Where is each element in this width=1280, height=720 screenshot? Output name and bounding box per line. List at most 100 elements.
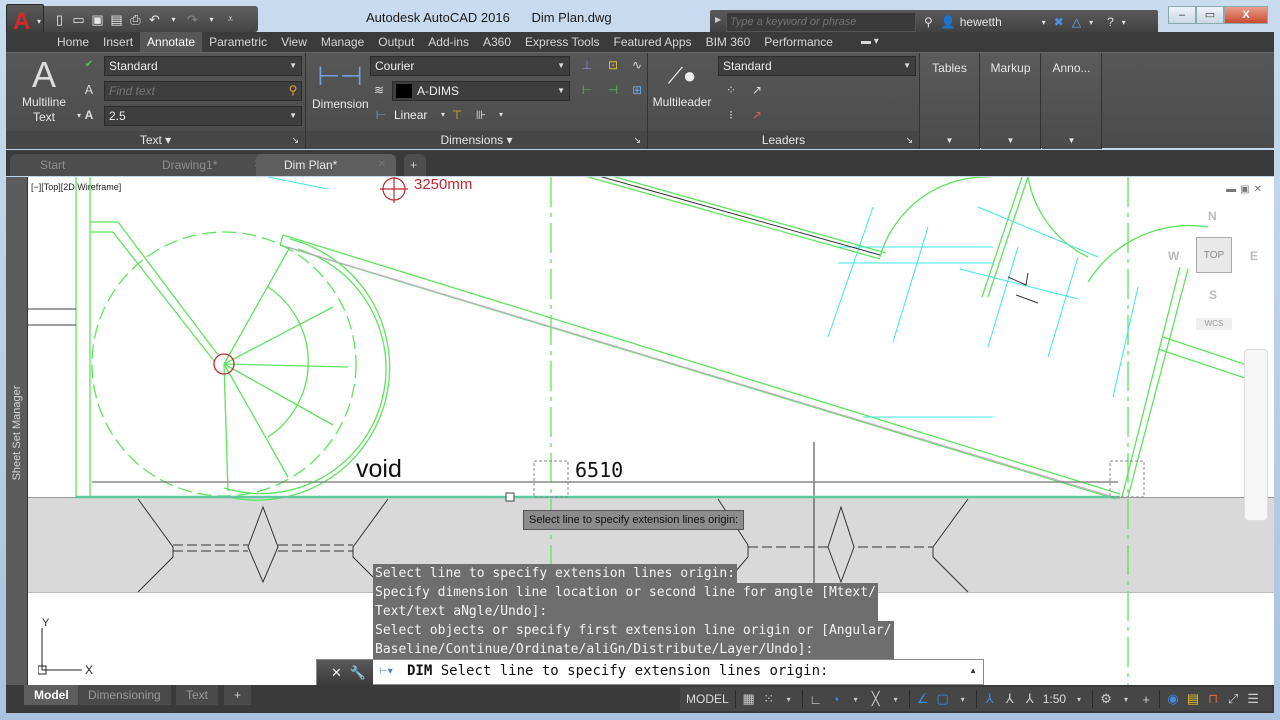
grip-handle[interactable] [505,492,515,502]
text-style-select[interactable]: Standard ▼ [104,56,302,76]
user-dropdown-icon[interactable]: ▾ [1042,18,1046,27]
undo-dropdown-icon[interactable]: ▾ [166,12,181,27]
jogged-icon[interactable]: ∿ [628,56,646,74]
model-space-toggle[interactable]: MODEL [686,692,729,706]
customization-menu-icon[interactable]: ☰ [1246,691,1260,707]
object-snap-icon[interactable]: ▢ [936,691,950,707]
user-icon[interactable]: 👤 [941,15,956,29]
a360-dropdown-icon[interactable]: ▾ [1089,18,1093,27]
isodraft-dropdown-icon[interactable]: ▾ [889,695,903,704]
osnap-dropdown-icon[interactable]: ▾ [956,695,970,704]
continue-icon[interactable]: ⊪ [472,106,490,124]
dialog-launcher-icon[interactable]: ↘ [633,131,641,149]
help-dropdown-icon[interactable]: ▾ [1122,18,1126,27]
dim-layer-select[interactable]: A-DIMS ▼ [392,81,570,101]
find-icon[interactable]: ⚲ [284,81,302,99]
tab-performance[interactable]: Performance [757,32,840,52]
drawing-canvas[interactable]: 3250mm void 6510 [−][Top][2D Wireframe] [28,177,1274,685]
snap-dropdown-icon[interactable]: ▾ [782,695,796,704]
annotation-scale-icon[interactable]: ⅄ [1023,691,1037,707]
tab-bim-360[interactable]: BIM 360 [699,32,758,52]
doc-tab-start[interactable]: Start [10,154,150,176]
continue-dropdown-icon[interactable]: ▾ [492,106,510,124]
new-icon[interactable]: ▯ [52,12,67,27]
viewcube-west[interactable]: W [1168,249,1179,263]
customize-icon[interactable]: ⩡ [223,12,238,27]
object-snap-tracking-icon[interactable]: ∠ [916,691,930,707]
command-line[interactable]: ✕ 🔧 ⊢▾ DIM Select line to specify extens… [316,659,984,686]
binoculars-icon[interactable]: ⚲ [924,15,933,29]
grid-icon[interactable]: ▦ [742,691,756,707]
annotation-monitor-icon[interactable]: + [1139,692,1153,707]
quick-properties-icon[interactable]: ▤ [1186,691,1200,707]
text-panel-title[interactable]: Text ▾ ↘ [6,131,305,149]
lock-ui-icon[interactable]: ⊓ [1206,691,1220,707]
dialog-launcher-icon[interactable]: ↘ [905,131,913,149]
a360-icon[interactable]: △ [1072,15,1081,29]
tab-add-ins[interactable]: Add-ins [421,32,476,52]
tab-manage[interactable]: Manage [314,32,371,52]
isodraft-icon[interactable]: ╳ [869,691,883,707]
viewport-window-controls[interactable]: ▬▣✕ [1226,184,1266,195]
close-icon[interactable]: ✕ [331,665,342,681]
wrench-icon[interactable]: 🔧 [350,665,366,681]
command-history-toggle-icon[interactable]: ▲ [969,666,977,675]
wcs-menu[interactable]: WCS [1196,318,1232,330]
new-tab-button[interactable]: + [404,154,426,176]
workspace-gear-icon[interactable]: ⚙ [1099,691,1113,707]
tables-panel-button[interactable]: Tables ▼ [920,53,980,149]
tab-parametric[interactable]: Parametric [202,32,274,52]
dialog-launcher-icon[interactable]: ↘ [291,131,299,149]
minimize-button[interactable]: – [1168,6,1196,24]
reassociate-icon[interactable]: ⊞ [628,81,646,99]
scale-dropdown-icon[interactable]: ▾ [1072,695,1086,704]
save-icon[interactable]: ▣ [90,12,105,27]
multiline-text-button[interactable]: A Multiline Text [14,55,74,125]
viewcube-top-face[interactable]: TOP [1196,237,1232,273]
tab-annotate[interactable]: Annotate [140,32,203,52]
tab-a360[interactable]: A360 [476,32,518,52]
restore-button[interactable]: ▭ [1196,6,1224,24]
plot-icon[interactable]: ⎙ [128,12,143,27]
polar-icon[interactable]: ◔ [829,692,843,707]
text-height-icon[interactable]: A [80,106,98,124]
annotation-visibility-icon[interactable]: ⅄ [983,691,997,707]
viewport-controls-label[interactable]: [−][Top][2D Wireframe] [31,182,121,192]
text-scale-icon[interactable]: Ａ [80,81,98,99]
update-icon[interactable]: ⊣ [604,81,622,99]
workspace-dropdown-icon[interactable]: ▾ [1119,695,1133,704]
snap-icon[interactable]: ⁙ [762,691,776,707]
undo-icon[interactable]: ↶ [147,12,162,27]
adjust-space-icon[interactable]: ⊡ [604,56,622,74]
leaders-panel-title[interactable]: Leaders ↘ [648,131,919,149]
dim-style-select[interactable]: Courier ▼ [370,56,570,76]
tab-output[interactable]: Output [371,32,421,52]
spell-check-icon[interactable]: ✔ [80,56,98,74]
viewcube-east[interactable]: E [1250,249,1258,263]
units-icon[interactable]: ◉ [1166,691,1180,707]
quick-dimension-icon[interactable]: ⊤ [448,106,466,124]
tab-express-tools[interactable]: Express Tools [518,32,606,52]
tab-featured-apps[interactable]: Featured Apps [607,32,699,52]
recent-commands-icon[interactable]: ⊢▾ [379,666,393,677]
command-line-grip[interactable]: ✕ 🔧 [317,660,373,686]
layout-tab-dimensioning[interactable]: Dimensioning [78,685,171,705]
close-tab-icon[interactable]: ✕ [378,154,386,176]
multileader-button[interactable]: ⟋● Multileader [648,57,716,110]
align-leaders-icon[interactable]: ⁘ [722,81,740,99]
leader-style-select[interactable]: Standard ▼ [718,56,916,76]
find-text-input[interactable] [104,81,302,101]
viewcube-north[interactable]: N [1208,209,1217,223]
tab-home[interactable]: Home [50,32,96,52]
collect-leaders-icon[interactable]: ⁝ [722,106,740,124]
tab-view[interactable]: View [274,32,314,52]
dimension-button[interactable]: ⊢⊣ Dimension [312,55,369,112]
expand-arrow-icon[interactable]: ▶ [715,15,721,24]
dim-break-icon[interactable]: ⊥ [578,56,596,74]
dimensions-panel-title[interactable]: Dimensions ▾ ↘ [306,131,647,149]
ortho-icon[interactable]: ∟ [809,692,823,707]
tab-insert[interactable]: Insert [96,32,140,52]
auto-scale-icon[interactable]: ⅄ [1003,691,1017,707]
doc-tab-dim-plan[interactable]: Dim Plan* ✕ [256,154,396,176]
remove-leader-icon[interactable]: ↗ [748,106,766,124]
